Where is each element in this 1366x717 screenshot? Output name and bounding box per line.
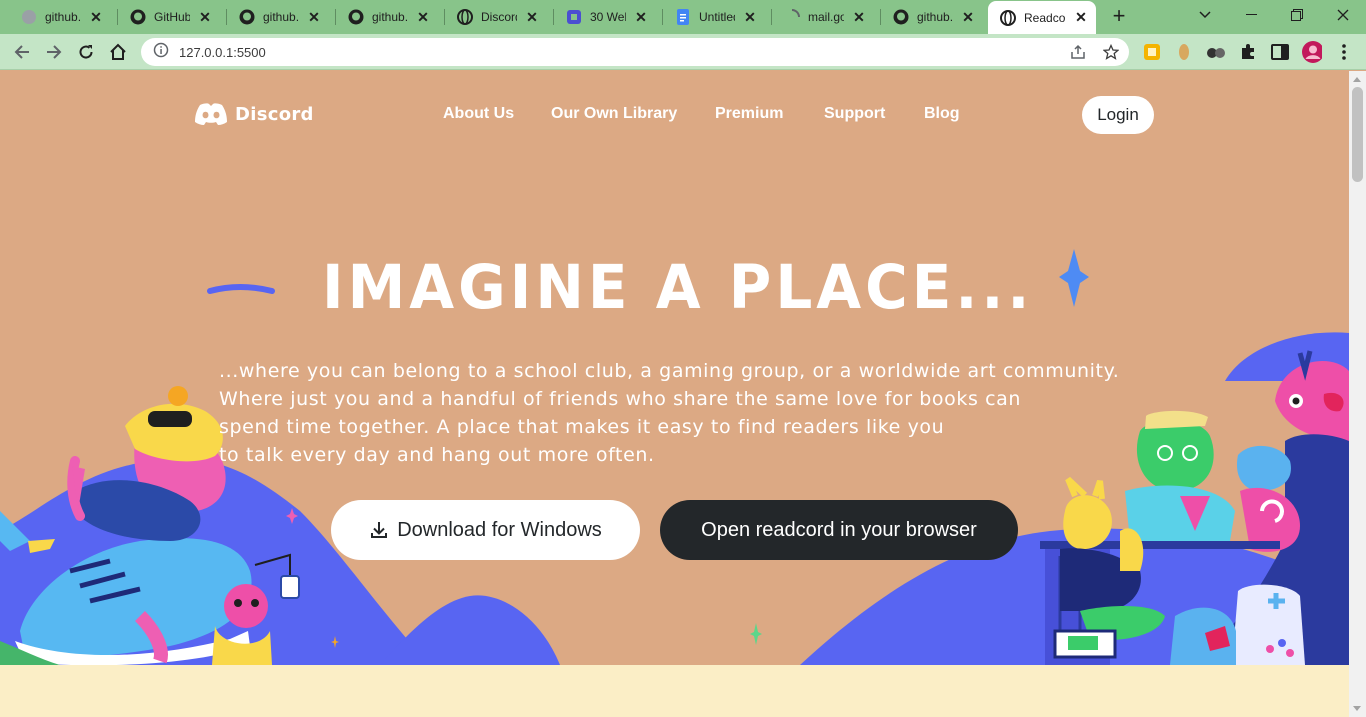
nav-support[interactable]: Support (824, 105, 885, 123)
hero-description-line: ...where you can belong to a school club… (219, 360, 1120, 382)
github-icon (130, 9, 146, 25)
profile-avatar[interactable] (1302, 41, 1322, 63)
scroll-down-arrow-icon[interactable] (1353, 706, 1361, 711)
browser-tab[interactable]: 30 Webs ✕ (547, 0, 656, 34)
browser-tab[interactable]: github.c ✕ (329, 0, 438, 34)
menu-kebab-icon[interactable] (1334, 42, 1354, 62)
side-panel-icon[interactable] (1270, 42, 1290, 62)
nav-premium[interactable]: Premium (715, 105, 783, 123)
page-viewport: Discord About Us Our Own Library Premium… (0, 71, 1349, 717)
nav-our-own-library[interactable]: Our Own Library (551, 105, 677, 123)
browser-tab[interactable]: mail.goo ✕ (765, 0, 874, 34)
close-icon[interactable]: ✕ (634, 9, 648, 26)
tab-title: github.c (372, 10, 408, 24)
extension-hand-icon[interactable] (1174, 42, 1194, 62)
address-bar[interactable]: 127.0.0.1:5500 (141, 38, 1129, 66)
page-scrollbar[interactable] (1349, 71, 1366, 717)
hero-description-line: to talk every day and hang out more ofte… (219, 444, 655, 466)
info-icon[interactable] (153, 42, 169, 63)
browser-tab[interactable]: Discord ✕ (438, 0, 547, 34)
home-icon[interactable] (106, 40, 130, 64)
nav-blog[interactable]: Blog (924, 105, 960, 123)
tab-search-icon[interactable] (1182, 0, 1228, 30)
github-icon (348, 9, 364, 25)
hero-description: ...where you can belong to a school club… (219, 357, 1149, 469)
logo-text: Discord (235, 103, 314, 125)
close-icon[interactable]: ✕ (852, 9, 866, 26)
browser-tab[interactable]: github.c ✕ (220, 0, 329, 34)
hero-headline: IMAGINE A PLACE... (322, 251, 1034, 323)
discord-logo[interactable]: Discord (194, 102, 314, 126)
globe-gray-icon (21, 9, 37, 25)
extension-glasses-icon[interactable] (1206, 42, 1226, 62)
tab-strip: github.c ✕ GitHub ✕ github.c ✕ github.c … (0, 0, 1366, 34)
minimize-button[interactable] (1228, 0, 1274, 30)
nav-about-us[interactable]: About Us (443, 105, 514, 123)
tab-title: 30 Webs (590, 10, 626, 24)
close-icon[interactable]: ✕ (1074, 9, 1088, 26)
browser-tab[interactable]: github.c ✕ (874, 0, 983, 34)
bookmark-star-icon[interactable] (1103, 44, 1119, 60)
discord-mascot-icon (195, 103, 227, 125)
tab-title: mail.goo (808, 10, 844, 24)
scroll-up-arrow-icon[interactable] (1353, 77, 1361, 82)
download-windows-button[interactable]: Download for Windows (331, 500, 640, 560)
close-window-button[interactable] (1320, 0, 1366, 30)
new-tab-button[interactable]: + (1108, 5, 1130, 28)
github-icon (893, 9, 909, 25)
forward-arrow-icon[interactable] (42, 40, 66, 64)
close-icon[interactable]: ✕ (198, 9, 212, 26)
browser-tab-active[interactable]: Readcor ✕ (988, 1, 1096, 34)
close-icon[interactable]: ✕ (416, 9, 430, 26)
close-icon[interactable]: ✕ (743, 9, 757, 26)
tab-title: github.c (917, 10, 953, 24)
browser-tab[interactable]: Untitled ✕ (656, 0, 765, 34)
login-button[interactable]: Login (1082, 96, 1154, 134)
globe-icon (457, 9, 473, 25)
hashnode-icon (566, 9, 582, 25)
tab-title: Untitled (699, 10, 735, 24)
back-arrow-icon[interactable] (10, 40, 34, 64)
close-icon[interactable]: ✕ (525, 9, 539, 26)
tab-title: github.c (263, 10, 299, 24)
download-icon (371, 522, 388, 538)
hero-description-line: spend time together. A place that makes … (219, 416, 945, 438)
globe-icon (1000, 9, 1016, 26)
extension-yellow-icon[interactable] (1142, 42, 1162, 62)
tab-title: Readcor (1024, 10, 1066, 25)
close-icon[interactable]: ✕ (89, 9, 103, 26)
extensions-puzzle-icon[interactable] (1238, 42, 1258, 62)
open-in-browser-button[interactable]: Open readcord in your browser (660, 500, 1018, 560)
tab-title: Discord (481, 10, 517, 24)
reload-icon[interactable] (74, 40, 98, 64)
browser-toolbar: 127.0.0.1:5500 (0, 34, 1366, 70)
github-icon (239, 9, 255, 25)
share-icon[interactable] (1070, 44, 1086, 60)
docs-icon (675, 9, 691, 25)
next-section-strip (0, 665, 1349, 717)
scrollbar-thumb[interactable] (1352, 87, 1363, 182)
loading-icon (784, 9, 800, 25)
tab-title: github.c (45, 10, 81, 24)
browser-tab[interactable]: github.c ✕ (2, 0, 111, 34)
restore-button[interactable] (1274, 0, 1320, 30)
close-icon[interactable]: ✕ (961, 9, 975, 26)
hero-description-line: Where just you and a handful of friends … (219, 388, 1022, 410)
tab-title: GitHub (154, 10, 190, 24)
browser-tab[interactable]: GitHub ✕ (111, 0, 220, 34)
close-icon[interactable]: ✕ (307, 9, 321, 26)
url-text: 127.0.0.1:5500 (179, 44, 266, 60)
download-button-label: Download for Windows (397, 518, 602, 541)
